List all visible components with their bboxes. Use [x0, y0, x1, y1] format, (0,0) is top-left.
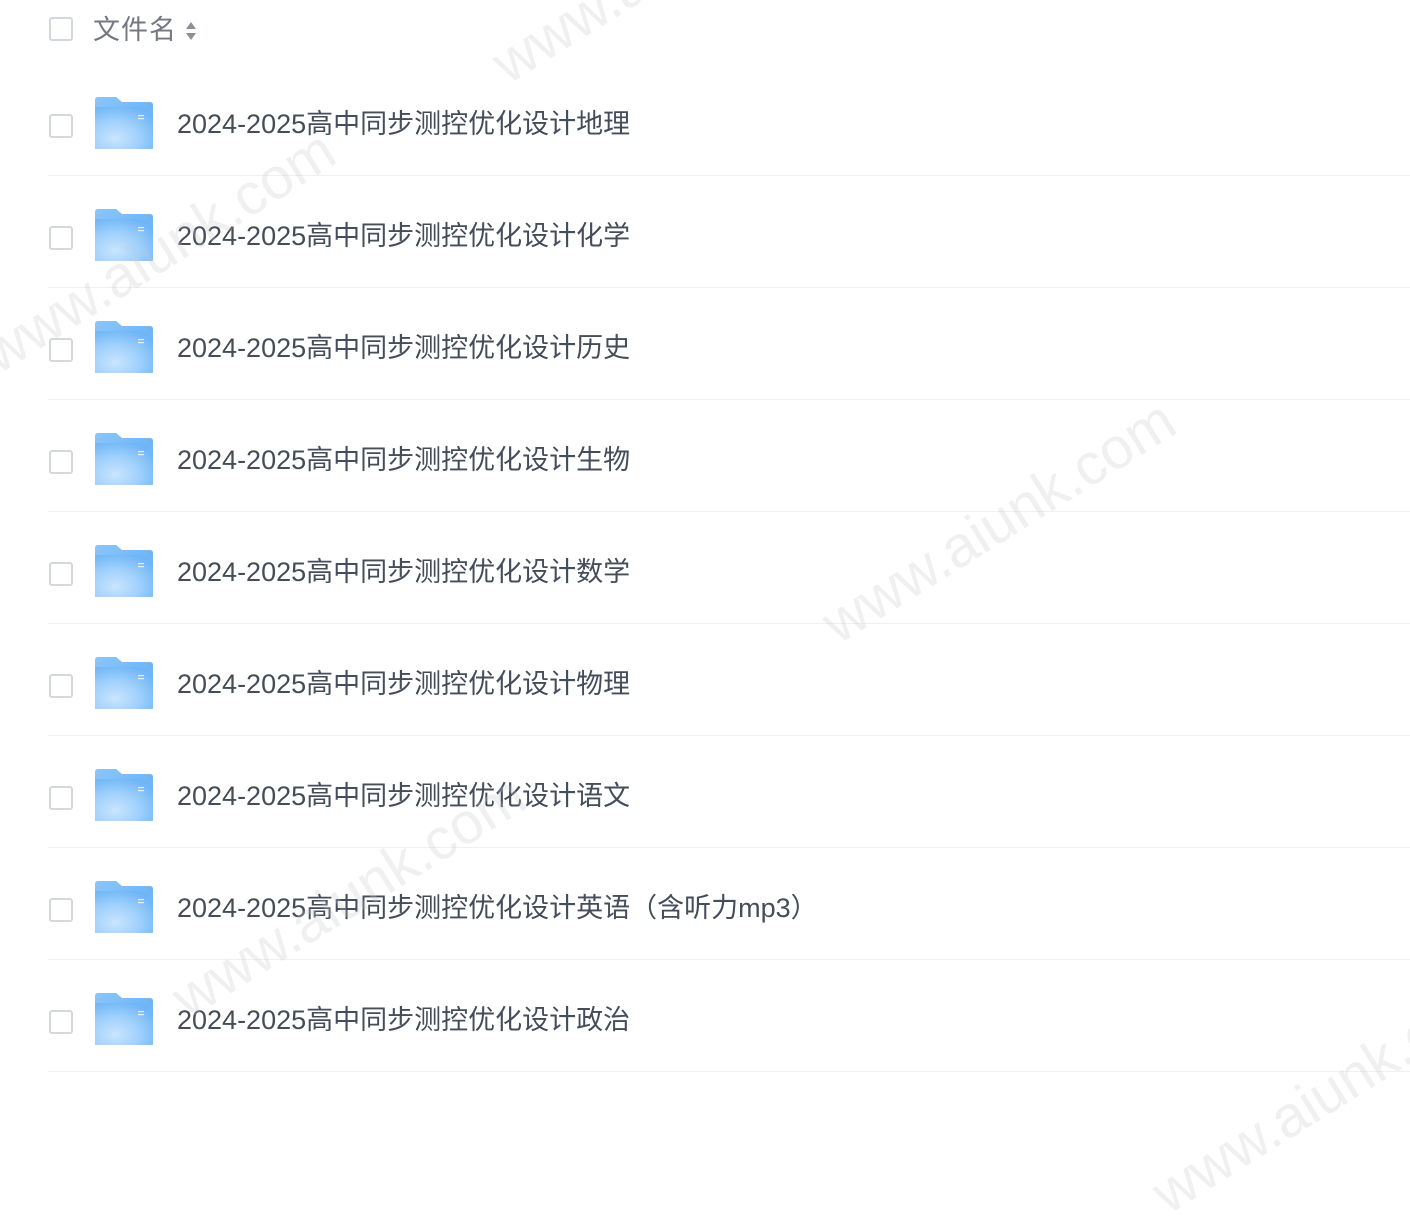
file-name[interactable]: 2024-2025高中同步测控优化设计数学: [177, 552, 630, 592]
file-name[interactable]: 2024-2025高中同步测控优化设计生物: [177, 440, 630, 480]
file-name[interactable]: 2024-2025高中同步测控优化设计化学: [177, 216, 630, 256]
row-checkbox[interactable]: [49, 562, 73, 586]
folder-icon: [95, 321, 153, 373]
file-name[interactable]: 2024-2025高中同步测控优化设计政治: [177, 1000, 630, 1040]
row-checkbox[interactable]: [49, 898, 73, 922]
column-header-filename[interactable]: 文件名: [93, 12, 177, 48]
row-checkbox[interactable]: [49, 226, 73, 250]
row-checkbox[interactable]: [49, 1010, 73, 1034]
file-row[interactable]: 2024-2025高中同步测控优化设计生物: [0, 400, 1410, 512]
row-checkbox[interactable]: [49, 674, 73, 698]
folder-icon: [95, 433, 153, 485]
sort-icon[interactable]: [184, 20, 198, 42]
file-name[interactable]: 2024-2025高中同步测控优化设计地理: [177, 104, 630, 144]
file-row[interactable]: 2024-2025高中同步测控优化设计历史: [0, 288, 1410, 400]
row-divider: [48, 1071, 1410, 1072]
file-row[interactable]: 2024-2025高中同步测控优化设计英语（含听力mp3）: [0, 848, 1410, 960]
folder-icon: [95, 657, 153, 709]
file-name[interactable]: 2024-2025高中同步测控优化设计历史: [177, 328, 630, 368]
file-name[interactable]: 2024-2025高中同步测控优化设计语文: [177, 776, 630, 816]
file-row[interactable]: 2024-2025高中同步测控优化设计数学: [0, 512, 1410, 624]
row-checkbox[interactable]: [49, 338, 73, 362]
file-row[interactable]: 2024-2025高中同步测控优化设计语文: [0, 736, 1410, 848]
file-name[interactable]: 2024-2025高中同步测控优化设计英语（含听力mp3）: [177, 888, 818, 928]
folder-icon: [95, 993, 153, 1045]
file-row[interactable]: 2024-2025高中同步测控优化设计物理: [0, 624, 1410, 736]
folder-icon: [95, 97, 153, 149]
select-all-checkbox[interactable]: [49, 17, 73, 41]
folder-icon: [95, 881, 153, 933]
file-list-header: 文件名: [0, 0, 1410, 62]
row-checkbox[interactable]: [49, 786, 73, 810]
row-checkbox[interactable]: [49, 450, 73, 474]
folder-icon: [95, 209, 153, 261]
file-row[interactable]: 2024-2025高中同步测控优化设计政治: [0, 960, 1410, 1072]
file-row[interactable]: 2024-2025高中同步测控优化设计化学: [0, 176, 1410, 288]
folder-icon: [95, 769, 153, 821]
folder-icon: [95, 545, 153, 597]
file-name[interactable]: 2024-2025高中同步测控优化设计物理: [177, 664, 630, 704]
row-checkbox[interactable]: [49, 114, 73, 138]
file-row[interactable]: 2024-2025高中同步测控优化设计地理: [0, 64, 1410, 176]
